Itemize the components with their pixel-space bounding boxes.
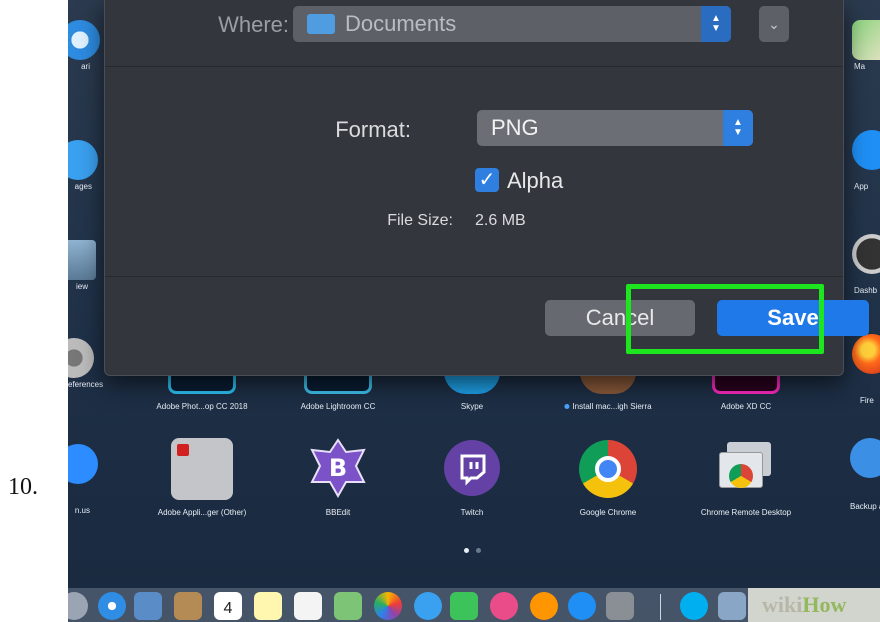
wikihow-watermark: wiki How — [748, 588, 880, 622]
filesize-label: File Size: — [387, 212, 453, 229]
side-app-label: ages — [74, 182, 92, 191]
launchpad-label: Twitch — [460, 508, 484, 517]
side-app-label: Fire — [860, 396, 874, 405]
dock-notes-icon[interactable] — [254, 592, 282, 620]
alpha-label: Alpha — [507, 168, 564, 193]
svg-text:B: B — [329, 454, 347, 482]
side-app-dashboard[interactable]: Dashb — [852, 234, 880, 295]
dock-contacts-icon[interactable] — [174, 592, 202, 620]
side-app-label: eferences — [68, 380, 104, 389]
update-dot — [564, 404, 570, 409]
launchpad-label: Adobe Phot...op CC 2018 — [156, 402, 248, 411]
zoom-icon — [68, 444, 98, 484]
dock-safari-icon[interactable] — [98, 592, 126, 620]
side-app-label: n.us — [74, 506, 90, 515]
app-store-icon — [852, 130, 880, 170]
system-preferences-icon — [68, 338, 94, 378]
launchpad-label: Chrome Remote Desktop — [700, 508, 792, 517]
messages-icon — [68, 140, 98, 180]
dock-documents-icon[interactable] — [718, 592, 746, 620]
side-app-firefox[interactable]: Fire — [852, 334, 880, 405]
calendar-day: 4 — [223, 600, 233, 617]
side-app-system-preferences[interactable]: eferences — [68, 338, 104, 389]
launchpad-label-with-dot: Install mac...igh Sierra — [564, 402, 652, 411]
dock-maps-icon[interactable] — [334, 592, 362, 620]
launchpad-label: Adobe Lightroom CC — [300, 402, 376, 411]
dock-app-store-icon[interactable] — [568, 592, 596, 620]
format-popup[interactable]: PNG ▲ ▼ — [477, 110, 753, 146]
where-stepper-icon: ▲ ▼ — [701, 6, 731, 42]
step-number: 10. — [8, 474, 38, 500]
side-app-safari[interactable]: ari — [68, 20, 100, 71]
dock-ibooks-icon[interactable] — [530, 592, 558, 620]
page-indicator[interactable] — [476, 548, 481, 553]
chevron-down-icon: ⌄ — [768, 15, 780, 32]
dock-divider — [660, 594, 661, 620]
safari-icon — [68, 20, 100, 60]
checkmark-icon: ✓ — [478, 169, 496, 191]
launchpad-label: Adobe XD CC — [720, 402, 772, 411]
watermark-how: How — [802, 592, 847, 617]
twitch-icon[interactable] — [444, 440, 500, 496]
filesize-value: 2.6 MB — [475, 212, 526, 229]
dock-skype-icon[interactable] — [680, 592, 708, 620]
launchpad-label: Adobe Appli...ger (Other) — [157, 508, 247, 517]
bbedit-glyph: B — [310, 438, 366, 499]
watermark-wiki: wiki — [762, 592, 803, 617]
maps-icon — [852, 20, 880, 60]
expand-button[interactable]: ⌄ — [759, 6, 789, 42]
page-indicator-active[interactable] — [464, 548, 469, 553]
dock-facetime-icon[interactable] — [450, 592, 478, 620]
side-app-zoom[interactable]: n.us — [68, 444, 98, 515]
bbedit-icon[interactable]: B — [308, 438, 368, 499]
dock-messages-icon[interactable] — [414, 592, 442, 620]
separator — [105, 66, 843, 67]
separator — [105, 276, 843, 277]
launchpad-label: BBEdit — [325, 508, 351, 517]
dock-photos-icon[interactable] — [134, 592, 162, 620]
chrome-center — [595, 456, 621, 482]
launchpad-label: Google Chrome — [579, 508, 637, 517]
side-app-label: Backup and... — [850, 502, 880, 511]
side-app-label: Ma — [854, 62, 866, 71]
dock-itunes-icon[interactable] — [490, 592, 518, 620]
preview-icon — [68, 240, 96, 280]
chrome-remote-desktop-icon[interactable] — [717, 442, 775, 494]
side-app-label: ari — [81, 62, 90, 71]
chrome-icon[interactable] — [579, 440, 637, 498]
mac-screen: ari ages iew eferences n.us Ma App Dashb… — [68, 0, 880, 622]
format-stepper-icon: ▲ ▼ — [723, 110, 753, 146]
side-app-messages[interactable]: ages — [68, 140, 98, 191]
adobe-badge — [177, 444, 189, 456]
side-app-preview[interactable]: iew — [68, 240, 96, 291]
dock-photos-app-icon[interactable] — [374, 592, 402, 620]
dashboard-icon — [852, 234, 880, 274]
side-app-maps[interactable]: Ma — [852, 20, 880, 71]
side-app-backup[interactable]: Backup and... — [850, 438, 880, 511]
chrome-mini — [729, 464, 753, 488]
format-value: PNG — [491, 115, 539, 140]
adobe-app-manager-icon[interactable] — [171, 438, 233, 500]
launchpad-label: Skype — [460, 402, 484, 411]
where-label: Where: — [218, 12, 289, 37]
side-app-label: App — [854, 182, 869, 191]
format-label: Format: — [335, 117, 411, 142]
side-app-label: iew — [75, 282, 88, 291]
firefox-icon — [852, 334, 880, 374]
where-value: Documents — [345, 11, 457, 36]
dock-system-preferences-icon[interactable] — [606, 592, 634, 620]
backup-icon — [850, 438, 880, 478]
side-app-app-store[interactable]: App — [852, 130, 880, 191]
side-app-label: Dashb — [854, 286, 878, 295]
folder-icon — [307, 14, 335, 34]
alpha-checkbox[interactable]: ✓ — [475, 168, 499, 192]
launchpad-label-text: Install mac...igh Sierra — [572, 402, 652, 411]
where-popup[interactable]: Documents ▲ ▼ — [293, 6, 731, 42]
dock-reminders-icon[interactable] — [294, 592, 322, 620]
save-highlight-box — [626, 284, 824, 354]
dock-calendar-icon[interactable]: 4 — [214, 592, 242, 620]
twitch-glyph — [460, 454, 486, 486]
